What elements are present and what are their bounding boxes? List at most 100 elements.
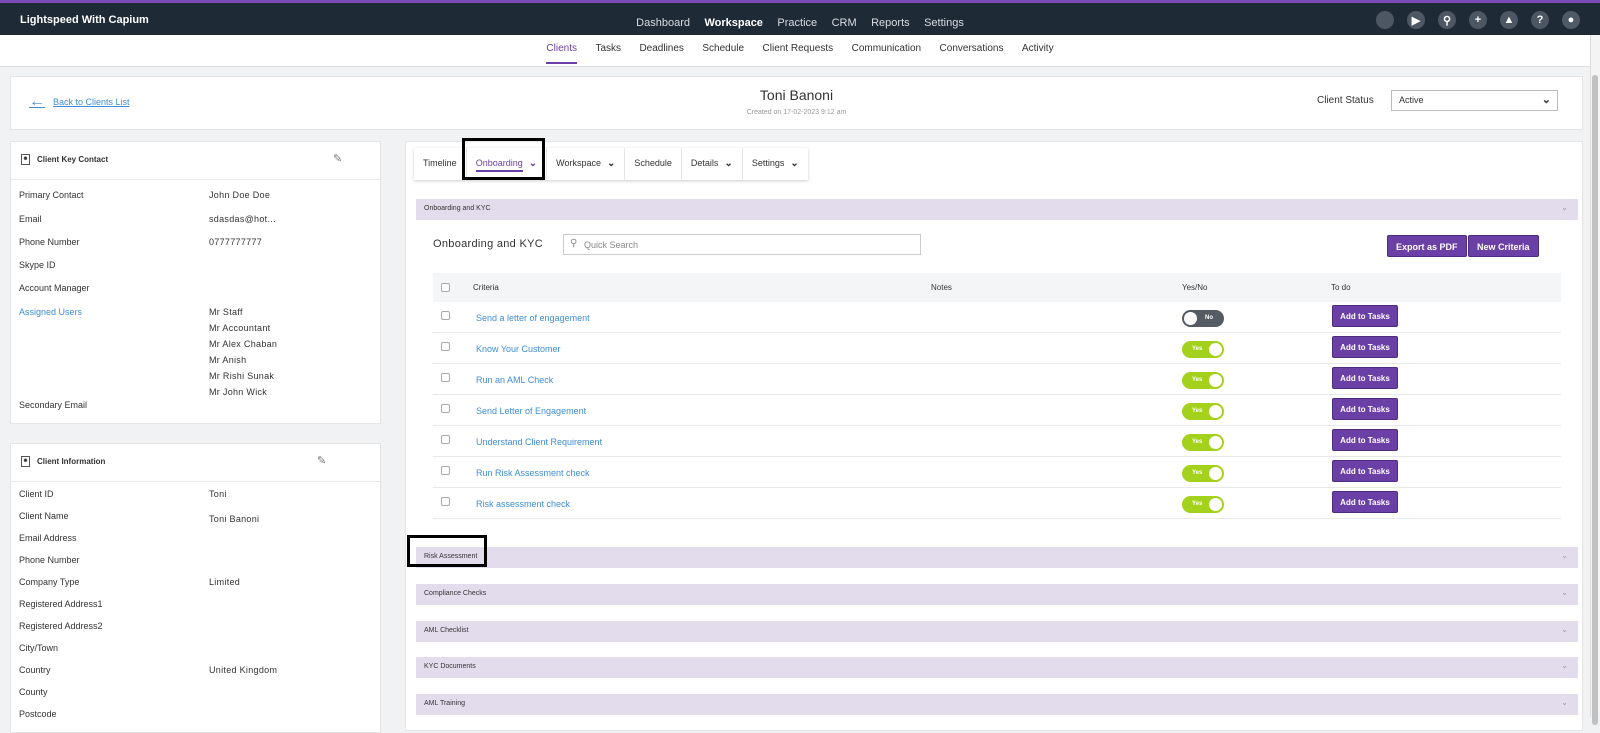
toggle-label: Yes [1192,377,1203,383]
criteria-link[interactable]: Understand Client Requirement [476,437,602,447]
row-label: Phone Number [19,237,80,247]
subnav-deadlines[interactable]: Deadlines [639,35,683,64]
add-to-tasks-button[interactable]: Add to Tasks [1332,460,1398,482]
subnav-clients[interactable]: Clients [546,35,577,64]
client-status-select[interactable]: Active ⌄ [1391,90,1558,111]
edit-icon[interactable]: ✎ [317,454,326,467]
yes-no-toggle[interactable]: Yes [1182,341,1224,358]
add-to-tasks-button[interactable]: Add to Tasks [1332,367,1398,389]
criteria-table: Criteria Notes Yes/No To do Send a lette… [433,273,1561,519]
row-checkbox[interactable] [441,466,450,475]
section-compliance-checks[interactable]: Compliance Checks ⌄ [416,584,1578,605]
section-onboarding-kyc[interactable]: Onboarding and KYC ⌄ [416,199,1578,220]
quick-search-input[interactable]: ⚲ Quick Search [563,234,921,255]
chevron-down-icon: ⌄ [1561,551,1568,560]
subnav-schedule[interactable]: Schedule [702,35,744,64]
client-info-header: ☻ Client Information ✎ [11,444,380,482]
tab-timeline[interactable]: Timeline [414,148,467,180]
row-label: Email Address [19,533,77,543]
row-checkbox[interactable] [441,373,450,382]
export-pdf-button[interactable]: Export as PDF [1387,235,1467,257]
row-checkbox[interactable] [441,497,450,506]
subnav-tasks[interactable]: Tasks [595,35,621,64]
tab-schedule[interactable]: Schedule [625,148,682,180]
criteria-link[interactable]: Run an AML Check [476,375,553,385]
assigned-user: Mr Rishi Sunak [209,371,275,381]
assigned-user: Mr Anish [209,355,247,365]
section-aml-checklist[interactable]: AML Checklist ⌄ [416,621,1578,642]
toggle-label: No [1205,315,1213,321]
section-kyc-documents[interactable]: KYC Documents ⌄ [416,657,1578,678]
notification-dot-icon[interactable] [1376,11,1394,29]
key-contact-title: Client Key Contact [37,155,109,164]
subnav-activity[interactable]: Activity [1022,35,1054,64]
created-date: Created on 17-02-2023 9:12 am [746,109,847,116]
section-risk-assessment[interactable]: Risk Assessment ⌄ [416,547,1578,568]
criteria-link[interactable]: Send a letter of engagement [476,313,590,323]
add-to-tasks-button[interactable]: Add to Tasks [1332,398,1398,420]
criteria-link[interactable]: Send Letter of Engagement [476,406,586,416]
megaphone-icon[interactable]: ▶ [1407,11,1425,29]
col-criteria: Criteria [473,283,499,292]
row-checkbox[interactable] [441,404,450,413]
toggle-knob [1209,467,1222,480]
nav-settings[interactable]: Settings [924,17,964,29]
add-to-tasks-button[interactable]: Add to Tasks [1332,336,1398,358]
plus-icon[interactable]: + [1469,11,1487,29]
col-yesno: Yes/No [1182,283,1208,292]
row-checkbox[interactable] [441,342,450,351]
add-to-tasks-button[interactable]: Add to Tasks [1332,305,1398,327]
scroll-thumb[interactable] [1592,75,1598,725]
yes-no-toggle[interactable]: No [1182,310,1224,327]
assigned-user: Mr John Wick [209,387,268,397]
row-value: Toni [209,489,227,499]
nav-dashboard[interactable]: Dashboard [636,17,690,29]
rocket-icon[interactable]: ▲ [1500,11,1518,29]
row-value: sdasdas@hot... [209,214,276,224]
key-contact-card: ☻ Client Key Contact ✎ Primary Contact Jo… [10,141,381,424]
subnav-communication[interactable]: Communication [852,35,921,64]
section-title: AML Training [424,700,465,707]
subnav-client-requests[interactable]: Client Requests [763,35,834,64]
top-nav: Dashboard Workspace Practice CRM Reports… [0,13,1600,31]
page-scrollbar[interactable] [1590,35,1600,725]
tab-settings-label: Settings [751,158,785,168]
contact-card-icon: ☻ [21,154,30,165]
yes-no-toggle[interactable]: Yes [1182,434,1224,451]
section-aml-training[interactable]: AML Training ⌄ [416,694,1578,715]
table-row: Know Your Customer Yes Add to Tasks [433,333,1561,364]
key-contact-header: ☻ Client Key Contact ✎ [11,142,380,180]
table-row: Send a letter of engagement No Add to Ta… [433,302,1561,333]
yes-no-toggle[interactable]: Yes [1182,372,1224,389]
row-value: Toni Banoni [209,514,260,524]
top-bar: Lightspeed With Capium Dashboard Workspa… [0,0,1600,35]
status-value: Active [1399,95,1424,105]
nav-workspace[interactable]: Workspace [704,17,763,29]
subnav-conversations[interactable]: Conversations [940,35,1004,64]
criteria-link[interactable]: Run Risk Assessment check [476,468,590,478]
tab-details[interactable]: Details ⌄ [682,148,743,180]
row-checkbox[interactable] [441,435,450,444]
tab-settings[interactable]: Settings ⌄ [743,148,808,180]
edit-icon[interactable]: ✎ [333,152,342,165]
yes-no-toggle[interactable]: Yes [1182,496,1224,513]
select-all-checkbox[interactable] [441,283,450,292]
yes-no-toggle[interactable]: Yes [1182,465,1224,482]
nav-reports[interactable]: Reports [871,17,910,29]
new-criteria-button[interactable]: New Criteria [1468,235,1539,257]
search-icon[interactable]: ⚲ [1438,11,1456,29]
criteria-link[interactable]: Know Your Customer [476,344,561,354]
nav-practice[interactable]: Practice [777,17,817,29]
tab-workspace[interactable]: Workspace ⌄ [547,148,626,180]
chevron-down-icon: ⌄ [606,158,616,169]
criteria-link[interactable]: Risk assessment check [476,499,570,509]
user-icon[interactable]: ● [1562,11,1580,29]
nav-crm[interactable]: CRM [832,17,857,29]
help-icon[interactable]: ? [1531,11,1549,29]
yes-no-toggle[interactable]: Yes [1182,403,1224,420]
add-to-tasks-button[interactable]: Add to Tasks [1332,429,1398,451]
assigned-user: Mr Accountant [209,323,271,333]
add-to-tasks-button[interactable]: Add to Tasks [1332,491,1398,513]
row-checkbox[interactable] [441,311,450,320]
assigned-users-label[interactable]: Assigned Users [19,307,199,317]
